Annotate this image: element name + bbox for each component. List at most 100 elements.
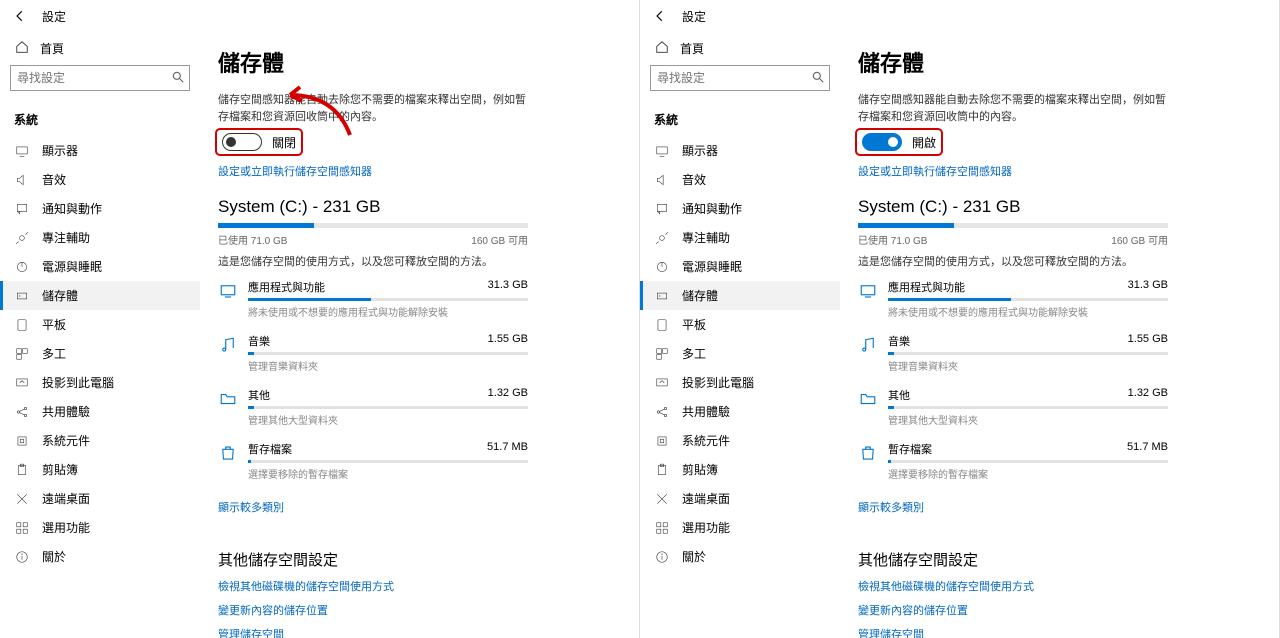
- focus-icon: [654, 230, 670, 246]
- search-input[interactable]: [10, 65, 190, 91]
- sidebar-item-remote[interactable]: 遠端桌面: [0, 484, 200, 513]
- sidebar-item-optional[interactable]: 選用功能: [640, 513, 840, 542]
- sidebar-item-notify[interactable]: 通知與動作: [640, 194, 840, 223]
- tablet-icon: [654, 317, 670, 333]
- sidebar-item-multitask[interactable]: 多工: [0, 339, 200, 368]
- storage-sense-toggle[interactable]: [862, 133, 902, 151]
- cat-music[interactable]: 音樂1.55 GB 管理音樂資料夾: [858, 333, 1168, 373]
- apps-icon: [858, 281, 878, 301]
- home-row[interactable]: 首頁: [640, 36, 840, 65]
- configure-storage-sense-link[interactable]: 設定或立即執行儲存空間感知器: [218, 163, 372, 179]
- cat-temp[interactable]: 暫存檔案51.7 MB 選擇要移除的暫存檔案: [218, 441, 528, 481]
- configure-storage-sense-link[interactable]: 設定或立即執行儲存空間感知器: [858, 163, 1012, 179]
- sidebar-item-notify[interactable]: 通知與動作: [0, 194, 200, 223]
- cat-music[interactable]: 音樂1.55 GB 管理音樂資料夾: [218, 333, 528, 373]
- sidebar-item-clipboard[interactable]: 剪貼簿: [0, 455, 200, 484]
- sidebar-item-shared[interactable]: 共用體驗: [640, 397, 840, 426]
- cat-other[interactable]: 其他1.32 GB 管理其他大型資料夾: [858, 387, 1168, 427]
- cat-apps[interactable]: 應用程式與功能31.3 GB 將未使用或不想要的應用程式與功能解除安裝: [218, 279, 528, 319]
- sidebar-item-sound[interactable]: 音效: [0, 165, 200, 194]
- sidebar-item-clipboard[interactable]: 剪貼簿: [640, 455, 840, 484]
- toggle-state-label: 關閉: [272, 134, 296, 151]
- sidebar-item-sound[interactable]: 音效: [640, 165, 840, 194]
- drive-stats: 已使用 71.0 GB 160 GB 可用: [858, 232, 1168, 247]
- other-link-2[interactable]: 管理儲存空間: [218, 626, 607, 638]
- header-title: 設定: [42, 8, 66, 25]
- settings-window-left: 設定 首頁 系統 顯示器 音效 通知與動作 專注輔助 電源與睡眠 儲存體: [0, 0, 640, 638]
- search-input[interactable]: [650, 65, 830, 91]
- storage-sense-toggle-row: 開啟: [858, 131, 940, 153]
- sidebar-item-project[interactable]: 投影到此電腦: [0, 368, 200, 397]
- sidebar-item-about[interactable]: 關於: [0, 542, 200, 571]
- power-icon: [654, 259, 670, 275]
- sidebar-item-component[interactable]: 系統元件: [0, 426, 200, 455]
- other-link-1[interactable]: 變更新內容的儲存位置: [218, 602, 607, 618]
- content: 儲存體 儲存空間感知器能自動去除您不需要的檔案來釋出空間，例如暫存檔案和您資源回…: [840, 32, 1279, 638]
- sidebar-item-tablet[interactable]: 平板: [0, 310, 200, 339]
- drive-title: System (C:) - 231 GB: [858, 197, 1247, 217]
- sidebar-item-optional[interactable]: 選用功能: [0, 513, 200, 542]
- storage-sense-toggle[interactable]: [222, 133, 262, 151]
- search-icon: [171, 70, 185, 84]
- folder-icon: [218, 389, 238, 409]
- sidebar-item-focus[interactable]: 專注輔助: [0, 223, 200, 252]
- component-icon: [14, 433, 30, 449]
- sidebar-item-component[interactable]: 系統元件: [640, 426, 840, 455]
- sidebar-item-about[interactable]: 關於: [640, 542, 840, 571]
- drive-used: 已使用 71.0 GB: [858, 232, 927, 247]
- sidebar-item-display[interactable]: 顯示器: [640, 136, 840, 165]
- other-link-0[interactable]: 檢視其他磁碟機的儲存空間使用方式: [218, 578, 607, 594]
- arrow-left-icon: [13, 9, 27, 23]
- sidebar-item-storage[interactable]: 儲存體: [0, 281, 200, 310]
- body: 首頁 系統 顯示器 音效 通知與動作 專注輔助 電源與睡眠 儲存體 平板 多工 …: [640, 32, 1279, 638]
- settings-window-right: 設定 首頁 系統 顯示器 音效 通知與動作 專注輔助 電源與睡眠 儲存體: [640, 0, 1280, 638]
- show-more-link[interactable]: 顯示較多類別: [218, 499, 284, 515]
- other-link-2[interactable]: 管理儲存空間: [858, 626, 1247, 638]
- header: 設定: [0, 0, 639, 32]
- other-link-1[interactable]: 變更新內容的儲存位置: [858, 602, 1247, 618]
- cat-temp[interactable]: 暫存檔案51.7 MB 選擇要移除的暫存檔案: [858, 441, 1168, 481]
- drive-note: 這是您儲存空間的使用方式，以及您可釋放空間的方法。: [858, 253, 1247, 269]
- sidebar-item-display[interactable]: 顯示器: [0, 136, 200, 165]
- notify-icon: [14, 201, 30, 217]
- section-label: 系統: [640, 105, 840, 136]
- nav-list: 顯示器 音效 通知與動作 專注輔助 電源與睡眠 儲存體 平板 多工 投影到此電腦…: [640, 136, 840, 571]
- sidebar-item-multitask[interactable]: 多工: [640, 339, 840, 368]
- optional-icon: [654, 520, 670, 536]
- back-button[interactable]: [650, 6, 670, 26]
- home-label: 首頁: [40, 40, 64, 57]
- storage-icon: [14, 288, 30, 304]
- show-more-link[interactable]: 顯示較多類別: [858, 499, 924, 515]
- sidebar-item-storage[interactable]: 儲存體: [640, 281, 840, 310]
- sidebar-item-power[interactable]: 電源與睡眠: [640, 252, 840, 281]
- display-icon: [654, 143, 670, 159]
- sidebar-item-power[interactable]: 電源與睡眠: [0, 252, 200, 281]
- sidebar-item-focus[interactable]: 專注輔助: [640, 223, 840, 252]
- tablet-icon: [14, 317, 30, 333]
- other-settings-heading: 其他儲存空間設定: [858, 549, 1247, 570]
- sidebar: 首頁 系統 顯示器 音效 通知與動作 專注輔助 電源與睡眠 儲存體 平板 多工 …: [0, 32, 200, 638]
- remote-icon: [654, 491, 670, 507]
- sound-icon: [14, 172, 30, 188]
- trash-icon: [858, 443, 878, 463]
- cat-other[interactable]: 其他1.32 GB 管理其他大型資料夾: [218, 387, 528, 427]
- search-wrap: [640, 65, 840, 105]
- storage-sense-toggle-row: 關閉: [218, 131, 300, 153]
- about-icon: [14, 549, 30, 565]
- sidebar-item-project[interactable]: 投影到此電腦: [640, 368, 840, 397]
- other-link-0[interactable]: 檢視其他磁碟機的儲存空間使用方式: [858, 578, 1247, 594]
- home-label: 首頁: [680, 40, 704, 57]
- search-icon: [811, 70, 825, 84]
- home-icon: [14, 40, 30, 57]
- toggle-state-label: 開啟: [912, 134, 936, 151]
- sidebar-item-remote[interactable]: 遠端桌面: [640, 484, 840, 513]
- multitask-icon: [14, 346, 30, 362]
- header: 設定: [640, 0, 1279, 32]
- sidebar-item-tablet[interactable]: 平板: [640, 310, 840, 339]
- storage-icon: [654, 288, 670, 304]
- notify-icon: [654, 201, 670, 217]
- cat-apps[interactable]: 應用程式與功能31.3 GB 將未使用或不想要的應用程式與功能解除安裝: [858, 279, 1168, 319]
- back-button[interactable]: [10, 6, 30, 26]
- sidebar-item-shared[interactable]: 共用體驗: [0, 397, 200, 426]
- home-row[interactable]: 首頁: [0, 36, 200, 65]
